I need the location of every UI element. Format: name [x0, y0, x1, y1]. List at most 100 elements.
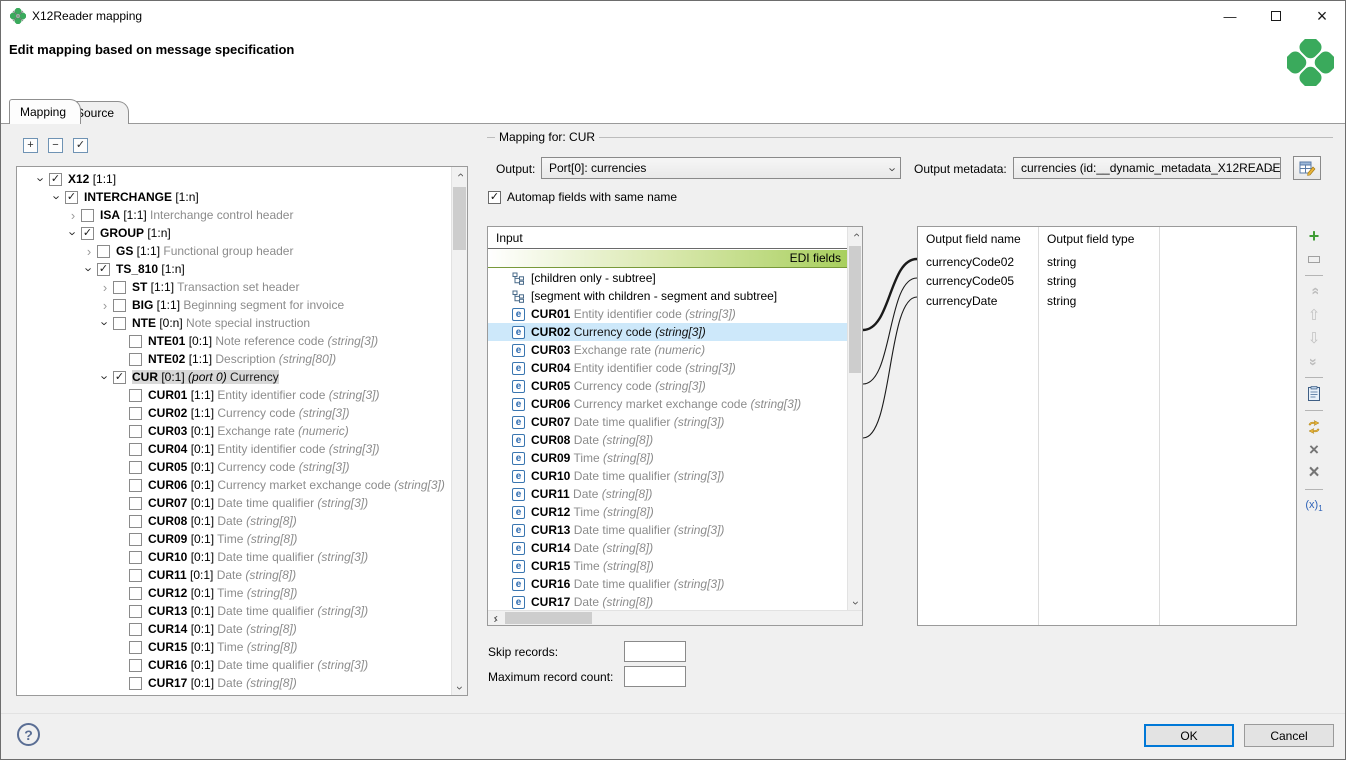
input-item-cur07[interactable]: eCUR07 Date time qualifier (string[3]): [488, 413, 847, 431]
tree-item-cur02[interactable]: CUR02 [1:1] Currency code (string[3]): [17, 404, 451, 422]
tree-item-cur01[interactable]: CUR01 [1:1] Entity identifier code (stri…: [17, 386, 451, 404]
tree-item-checkbox[interactable]: [129, 677, 142, 690]
tree-item-checkbox[interactable]: ✓: [97, 263, 110, 276]
tree-item-checkbox[interactable]: [129, 551, 142, 564]
output-port-select[interactable]: Port[0]: currencies ›: [541, 157, 901, 179]
output-field-row[interactable]: currencyDatestring: [918, 291, 1296, 311]
add-field-button[interactable]: +: [1301, 227, 1327, 245]
input-item-cur02[interactable]: eCUR02 Currency code (string[3]): [488, 323, 847, 341]
tree-item-checkbox[interactable]: [129, 353, 142, 366]
move-up-button[interactable]: ⇧: [1301, 306, 1327, 324]
input-item-cur11[interactable]: eCUR11 Date (string[8]): [488, 485, 847, 503]
tree-item-checkbox[interactable]: [113, 299, 126, 312]
tree-item-cur03[interactable]: CUR03 [0:1] Exchange rate (numeric): [17, 422, 451, 440]
automap-checkbox[interactable]: ✓: [488, 191, 501, 204]
tree-item-checkbox[interactable]: [129, 461, 142, 474]
tree-item-cur04[interactable]: CUR04 [0:1] Entity identifier code (stri…: [17, 440, 451, 458]
tree-item-checkbox[interactable]: [129, 587, 142, 600]
input-item-cur06[interactable]: eCUR06 Currency market exchange code (st…: [488, 395, 847, 413]
move-top-button[interactable]: »: [1301, 283, 1327, 301]
output-field-row[interactable]: currencyCode02string: [918, 252, 1296, 272]
tree-item-cur11[interactable]: CUR11 [0:1] Date (string[8]): [17, 566, 451, 584]
tree-item-checkbox[interactable]: ✓: [113, 371, 126, 384]
paste-fields-button[interactable]: [1301, 385, 1327, 403]
tree-item-big[interactable]: ›BIG [1:1] Beginning segment for invoice: [17, 296, 451, 314]
tree-item-cur10[interactable]: CUR10 [0:1] Date time qualifier (string[…: [17, 548, 451, 566]
automap-option[interactable]: ✓ Automap fields with same name: [488, 190, 677, 204]
scroll-up-icon[interactable]: ›: [452, 167, 467, 182]
tree-item-checkbox[interactable]: [113, 317, 126, 330]
tree-item-isa[interactable]: ›ISA [1:1] Interchange control header: [17, 206, 451, 224]
scrollbar-thumb[interactable]: [453, 187, 466, 250]
tree-item-checkbox[interactable]: [129, 515, 142, 528]
tree-item-cur12[interactable]: CUR12 [0:1] Time (string[8]): [17, 584, 451, 602]
tree-item-checkbox[interactable]: [113, 281, 126, 294]
input-item-cur17[interactable]: eCUR17 Date (string[8]): [488, 593, 847, 611]
tree-item-st[interactable]: ›ST [1:1] Transaction set header: [17, 278, 451, 296]
tree-item-cur[interactable]: ›✓CUR [0:1] (port 0) Currency: [17, 368, 451, 386]
expand-arrow-icon[interactable]: ›: [97, 299, 113, 312]
collapse-arrow-icon[interactable]: ›: [97, 371, 113, 384]
tree-item-cur06[interactable]: CUR06 [0:1] Currency market exchange cod…: [17, 476, 451, 494]
input-item-cur14[interactable]: eCUR14 Date (string[8]): [488, 539, 847, 557]
tree-item-checkbox[interactable]: [129, 659, 142, 672]
scroll-right-icon[interactable]: ›: [488, 611, 503, 626]
tree-vertical-scrollbar[interactable]: › ›: [451, 167, 467, 695]
tree-item-cur05[interactable]: CUR05 [0:1] Currency code (string[3]): [17, 458, 451, 476]
input-item-cur13[interactable]: eCUR13 Date time qualifier (string[3]): [488, 521, 847, 539]
tree-item-nte01[interactable]: NTE01 [0:1] Note reference code (string[…: [17, 332, 451, 350]
tree-item-cur14[interactable]: CUR14 [0:1] Date (string[8]): [17, 620, 451, 638]
tree-item-checkbox[interactable]: [129, 335, 142, 348]
tree-item-gs[interactable]: ›GS [1:1] Functional group header: [17, 242, 451, 260]
input-item-cur10[interactable]: eCUR10 Date time qualifier (string[3]): [488, 467, 847, 485]
input-item-cur03[interactable]: eCUR03 Exchange rate (numeric): [488, 341, 847, 359]
input-item-cur01[interactable]: eCUR01 Entity identifier code (string[3]…: [488, 305, 847, 323]
input-item-cur15[interactable]: eCUR15 Time (string[8]): [488, 557, 847, 575]
automap-button[interactable]: [1301, 418, 1327, 436]
tree-item-checkbox[interactable]: [129, 623, 142, 636]
collapse-arrow-icon[interactable]: ›: [81, 263, 97, 276]
tree-item-interchange[interactable]: ›✓INTERCHANGE [1:n]: [17, 188, 451, 206]
tree-item-group[interactable]: ›✓GROUP [1:n]: [17, 224, 451, 242]
ok-button[interactable]: OK: [1144, 724, 1234, 747]
collapse-arrow-icon[interactable]: ›: [49, 191, 65, 204]
remove-field-button[interactable]: [1301, 250, 1327, 268]
expression-button[interactable]: (x)1: [1301, 497, 1327, 515]
max-record-count-input[interactable]: [624, 666, 686, 687]
tree-item-checkbox[interactable]: [129, 497, 142, 510]
input-item-cur16[interactable]: eCUR16 Date time qualifier (string[3]): [488, 575, 847, 593]
clear-all-mappings-button[interactable]: ×: [1301, 464, 1327, 482]
collapse-arrow-icon[interactable]: ›: [33, 173, 49, 186]
output-field-row[interactable]: currencyCode05string: [918, 272, 1296, 292]
move-down-button[interactable]: ⇩: [1301, 329, 1327, 347]
tree-item-x12[interactable]: ›✓X12 [1:1]: [17, 170, 451, 188]
minimize-icon[interactable]: —: [1207, 1, 1253, 31]
tree-item-ts_810[interactable]: ›✓TS_810 [1:n]: [17, 260, 451, 278]
scroll-down-icon[interactable]: ›: [452, 680, 467, 695]
collapse-all-icon[interactable]: −: [48, 138, 63, 153]
scrollbar-thumb[interactable]: [849, 246, 861, 373]
output-metadata-select[interactable]: currencies (id:__dynamic_metadata_X12REA…: [1013, 157, 1281, 179]
tree-item-checkbox[interactable]: [129, 605, 142, 618]
cancel-button[interactable]: Cancel: [1244, 724, 1334, 747]
input-vertical-scrollbar[interactable]: › ›: [847, 227, 862, 610]
tree-item-cur09[interactable]: CUR09 [0:1] Time (string[8]): [17, 530, 451, 548]
tree-item-checkbox[interactable]: ✓: [49, 173, 62, 186]
tree-item-nte[interactable]: ›NTE [0:n] Note special instruction: [17, 314, 451, 332]
input-item-cur08[interactable]: eCUR08 Date (string[8]): [488, 431, 847, 449]
tree-item-checkbox[interactable]: [129, 569, 142, 582]
tree-item-checkbox[interactable]: [129, 479, 142, 492]
close-icon[interactable]: ×: [1299, 1, 1345, 31]
input-item-cur09[interactable]: eCUR09 Time (string[8]): [488, 449, 847, 467]
expand-arrow-icon[interactable]: ›: [81, 245, 97, 258]
input-item-subtree[interactable]: [segment with children - segment and sub…: [488, 287, 847, 305]
tree-item-checkbox[interactable]: [129, 641, 142, 654]
tree-item-cur13[interactable]: CUR13 [0:1] Date time qualifier (string[…: [17, 602, 451, 620]
tree-item-checkbox[interactable]: [129, 407, 142, 420]
help-icon[interactable]: ?: [17, 723, 40, 746]
tree-item-cur07[interactable]: CUR07 [0:1] Date time qualifier (string[…: [17, 494, 451, 512]
scrollbar-thumb[interactable]: [505, 612, 592, 624]
tree-item-cur17[interactable]: CUR17 [0:1] Date (string[8]): [17, 674, 451, 692]
collapse-arrow-icon[interactable]: ›: [65, 227, 81, 240]
tree-item-cur16[interactable]: CUR16 [0:1] Date time qualifier (string[…: [17, 656, 451, 674]
